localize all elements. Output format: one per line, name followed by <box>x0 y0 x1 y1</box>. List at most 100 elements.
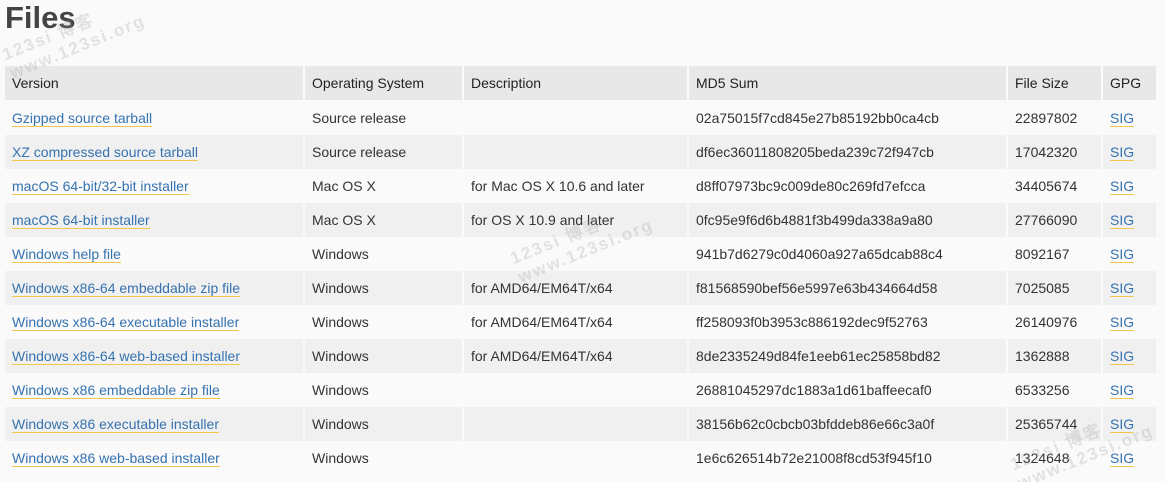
column-header-size: File Size <box>1008 66 1103 101</box>
description-cell <box>464 237 689 271</box>
download-link[interactable]: Windows x86 embeddable zip file <box>12 382 220 399</box>
sig-link[interactable]: SIG <box>1110 314 1135 331</box>
gpg-cell: SIG <box>1103 407 1158 441</box>
os-cell: Windows <box>305 237 464 271</box>
version-cell: macOS 64-bit/32-bit installer <box>5 169 305 203</box>
description-cell <box>464 373 689 407</box>
table-header-row: Version Operating System Description MD5… <box>5 66 1158 101</box>
sig-link[interactable]: SIG <box>1110 144 1135 161</box>
md5-cell: 38156b62c0cbcb03bfddeb86e66c3a0f <box>689 407 1008 441</box>
sig-link[interactable]: SIG <box>1110 110 1135 127</box>
table-row: Windows x86 web-based installer Windows 1e… <box>5 441 1158 475</box>
md5-cell: f81568590bef56e5997e63b434664d58 <box>689 271 1008 305</box>
md5-cell: df6ec36011808205beda239c72f947cb <box>689 135 1008 169</box>
download-link[interactable]: macOS 64-bit installer <box>12 212 150 229</box>
description-cell <box>464 101 689 135</box>
md5-cell: ff258093f0b3953c886192dec9f52763 <box>689 305 1008 339</box>
version-cell: macOS 64-bit installer <box>5 203 305 237</box>
column-header-description: Description <box>464 66 689 101</box>
download-link[interactable]: Windows x86 web-based installer <box>12 450 220 467</box>
os-cell: Source release <box>305 135 464 169</box>
gpg-cell: SIG <box>1103 135 1158 169</box>
description-cell: for Mac OS X 10.6 and later <box>464 169 689 203</box>
file-size-cell: 8092167 <box>1008 237 1103 271</box>
os-cell: Windows <box>305 305 464 339</box>
sig-link[interactable]: SIG <box>1110 382 1135 399</box>
file-size-cell: 27766090 <box>1008 203 1103 237</box>
os-cell: Windows <box>305 407 464 441</box>
download-link[interactable]: Windows x86-64 web-based installer <box>12 348 240 365</box>
download-link[interactable]: Windows x86 executable installer <box>12 416 219 433</box>
version-cell: Windows x86-64 executable installer <box>5 305 305 339</box>
file-size-cell: 7025085 <box>1008 271 1103 305</box>
gpg-cell: SIG <box>1103 101 1158 135</box>
table-body: Gzipped source tarball Source release 02a7… <box>5 101 1158 475</box>
file-size-cell: 6533256 <box>1008 373 1103 407</box>
sig-link[interactable]: SIG <box>1110 348 1135 365</box>
gpg-cell: SIG <box>1103 339 1158 373</box>
table-row: Windows x86-64 executable installer Windo… <box>5 305 1158 339</box>
gpg-cell: SIG <box>1103 305 1158 339</box>
files-table: Version Operating System Description MD5… <box>5 66 1158 475</box>
os-cell: Mac OS X <box>305 169 464 203</box>
file-size-cell: 26140976 <box>1008 305 1103 339</box>
gpg-cell: SIG <box>1103 203 1158 237</box>
md5-cell: d8ff07973bc9c009de80c269fd7efcca <box>689 169 1008 203</box>
file-size-cell: 1362888 <box>1008 339 1103 373</box>
sig-link[interactable]: SIG <box>1110 246 1135 263</box>
file-size-cell: 17042320 <box>1008 135 1103 169</box>
sig-link[interactable]: SIG <box>1110 178 1135 195</box>
sig-link[interactable]: SIG <box>1110 280 1135 297</box>
download-link[interactable]: XZ compressed source tarball <box>12 144 198 161</box>
table-row: macOS 64-bit installer Mac OS Xfor OS X 1… <box>5 203 1158 237</box>
os-cell: Windows <box>305 271 464 305</box>
download-link[interactable]: Windows help file <box>12 246 121 263</box>
description-cell: for AMD64/EM64T/x64 <box>464 271 689 305</box>
os-cell: Mac OS X <box>305 203 464 237</box>
os-cell: Windows <box>305 441 464 475</box>
description-cell: for AMD64/EM64T/x64 <box>464 339 689 373</box>
version-cell: Windows x86 embeddable zip file <box>5 373 305 407</box>
version-cell: Windows x86 web-based installer <box>5 441 305 475</box>
table-row: Windows x86-64 web-based installer Window… <box>5 339 1158 373</box>
version-cell: Windows x86 executable installer <box>5 407 305 441</box>
md5-cell: 02a75015f7cd845e27b85192bb0ca4cb <box>689 101 1008 135</box>
table-row: XZ compressed source tarball Source relea… <box>5 135 1158 169</box>
version-cell: Windows x86-64 embeddable zip file <box>5 271 305 305</box>
sig-link[interactable]: SIG <box>1110 450 1135 467</box>
table-row: Windows x86 embeddable zip file Windows 26… <box>5 373 1158 407</box>
download-link[interactable]: Gzipped source tarball <box>12 110 153 127</box>
md5-cell: 26881045297dc1883a1d61baffeecaf0 <box>689 373 1008 407</box>
gpg-cell: SIG <box>1103 271 1158 305</box>
column-header-md5: MD5 Sum <box>689 66 1008 101</box>
file-size-cell: 1324648 <box>1008 441 1103 475</box>
download-link[interactable]: Windows x86-64 executable installer <box>12 314 240 331</box>
page-title: Files <box>5 0 76 35</box>
file-size-cell: 25365744 <box>1008 407 1103 441</box>
table-row: Gzipped source tarball Source release 02a7… <box>5 101 1158 135</box>
description-cell <box>464 135 689 169</box>
version-cell: Gzipped source tarball <box>5 101 305 135</box>
table-row: Windows help file Windows 941b7d6279c0d406… <box>5 237 1158 271</box>
os-cell: Windows <box>305 339 464 373</box>
version-cell: XZ compressed source tarball <box>5 135 305 169</box>
gpg-cell: SIG <box>1103 169 1158 203</box>
md5-cell: 941b7d6279c0d4060a927a65dcab88c4 <box>689 237 1008 271</box>
description-cell <box>464 407 689 441</box>
files-page: Files Version Operating System Descripti… <box>0 0 1165 482</box>
gpg-cell: SIG <box>1103 373 1158 407</box>
column-header-gpg: GPG <box>1103 66 1158 101</box>
md5-cell: 0fc95e9f6d6b4881f3b499da338a9a80 <box>689 203 1008 237</box>
gpg-cell: SIG <box>1103 441 1158 475</box>
sig-link[interactable]: SIG <box>1110 416 1135 433</box>
sig-link[interactable]: SIG <box>1110 212 1135 229</box>
column-header-version: Version <box>5 66 305 101</box>
table-row: Windows x86 executable installer Windows 3… <box>5 407 1158 441</box>
version-cell: Windows x86-64 web-based installer <box>5 339 305 373</box>
table-row: Windows x86-64 embeddable zip file Window… <box>5 271 1158 305</box>
md5-cell: 8de2335249d84fe1eeb61ec25858bd82 <box>689 339 1008 373</box>
download-link[interactable]: Windows x86-64 embeddable zip file <box>12 280 241 297</box>
version-cell: Windows help file <box>5 237 305 271</box>
download-link[interactable]: macOS 64-bit/32-bit installer <box>12 178 189 195</box>
file-size-cell: 22897802 <box>1008 101 1103 135</box>
